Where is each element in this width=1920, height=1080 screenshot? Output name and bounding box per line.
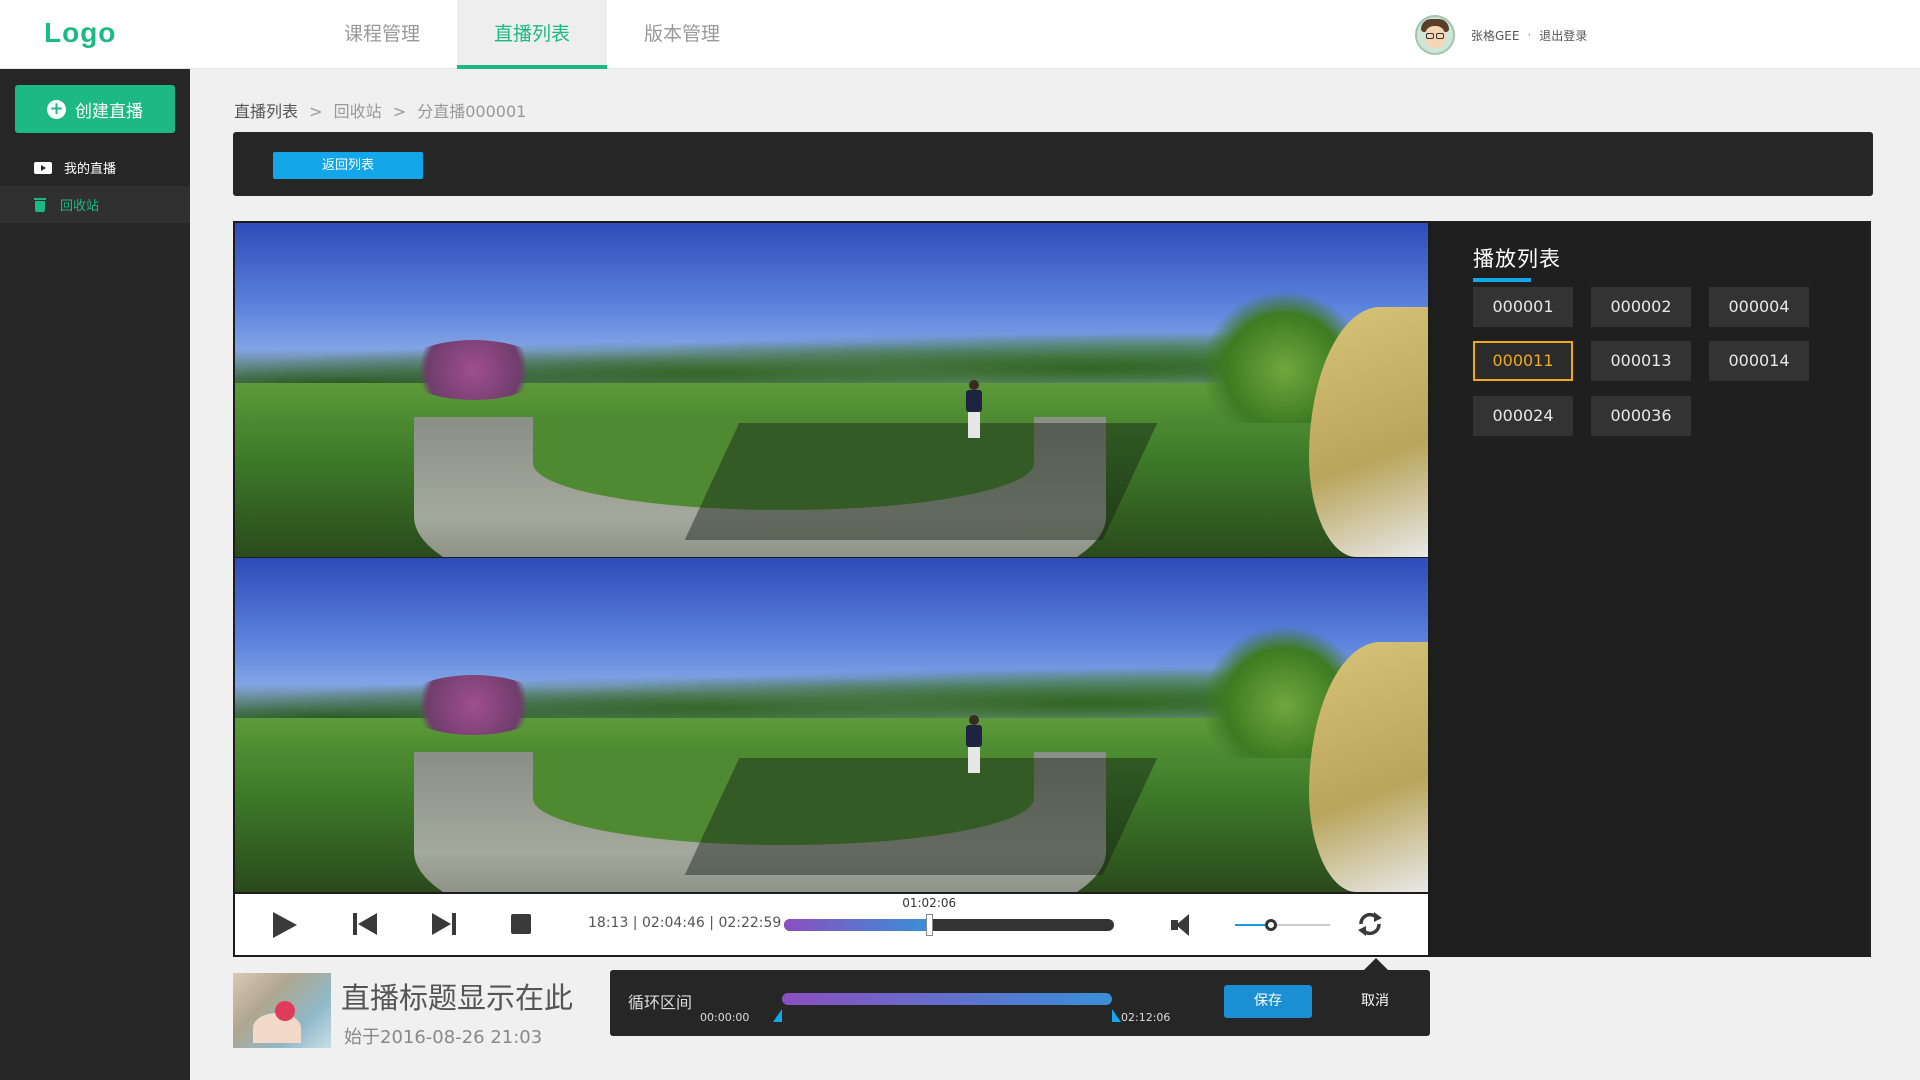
- action-toolbar: 返回列表: [233, 132, 1873, 196]
- next-icon[interactable]: [432, 913, 458, 937]
- separator-dot: ·: [1527, 28, 1532, 42]
- playlist-item[interactable]: 000002: [1591, 287, 1691, 327]
- progress-handle[interactable]: [926, 914, 934, 936]
- playlist-item[interactable]: 000014: [1709, 341, 1809, 381]
- breadcrumb: 直播列表 > 回收站 > 分直播000001: [234, 98, 526, 122]
- previous-icon[interactable]: [353, 913, 379, 937]
- breadcrumb-current: 分直播000001: [417, 102, 527, 121]
- loop-panel-pointer: [1364, 958, 1388, 970]
- stop-icon[interactable]: [511, 914, 531, 934]
- loop-interval-label: 循环区间: [628, 993, 693, 1012]
- player-controls: 18:13 | 02:04:46 | 02:22:59 01:02:06: [235, 894, 1428, 955]
- back-to-list-button[interactable]: 返回列表: [273, 152, 423, 179]
- progress-fill: [784, 919, 930, 931]
- playlist-title-underline: [1473, 278, 1531, 282]
- volume-knob[interactable]: [1265, 919, 1278, 931]
- sidebar-item-recycle-bin[interactable]: 回收站: [0, 186, 190, 223]
- top-bar: Logo 课程管理 直播列表 版本管理 张格GEE · 退出登录: [0, 0, 1920, 69]
- live-title: 直播标题显示在此: [341, 981, 574, 1015]
- sidebar-item-label: 我的直播: [64, 162, 117, 177]
- save-button[interactable]: 保存: [1224, 985, 1312, 1018]
- playlist-item[interactable]: 000011: [1473, 341, 1573, 381]
- playlist-item[interactable]: 000001: [1473, 287, 1573, 327]
- avatar[interactable]: [1415, 15, 1455, 55]
- main-nav: 课程管理 直播列表 版本管理: [307, 0, 757, 69]
- live-start-time: 始于2016-08-26 21:03: [344, 1027, 543, 1048]
- breadcrumb-recycle-bin[interactable]: 回收站: [334, 102, 382, 121]
- sidebar-item-my-live[interactable]: 我的直播: [0, 149, 190, 186]
- user-name: 张格GEE: [1471, 28, 1520, 43]
- sidebar-item-label: 回收站: [60, 199, 100, 214]
- playlist-panel: 播放列表 000001 000002 000004 000011 000013 00001…: [1431, 221, 1871, 957]
- playlist-item[interactable]: 000013: [1591, 341, 1691, 381]
- loop-end-time: 02:12:06: [1121, 1011, 1171, 1024]
- progress-bar[interactable]: 01:02:06: [784, 896, 1114, 936]
- logo[interactable]: Logo: [44, 17, 116, 49]
- loop-interval-fill: [782, 993, 1112, 1005]
- user-area: 张格GEE · 退出登录: [1415, 14, 1587, 56]
- loop-interval-panel: 循环区间 00:00:00 02:12:06 保存 取消: [610, 970, 1430, 1036]
- loop-start-time: 00:00:00: [700, 1011, 750, 1024]
- time-readout: 18:13 | 02:04:46 | 02:22:59: [588, 915, 782, 931]
- volume-slider[interactable]: [1235, 919, 1330, 931]
- nav-version-management[interactable]: 版本管理: [607, 0, 757, 69]
- playlist-item[interactable]: 000004: [1709, 287, 1809, 327]
- nav-course-management[interactable]: 课程管理: [307, 0, 457, 69]
- nav-live-list[interactable]: 直播列表: [457, 0, 607, 69]
- volume-icon[interactable]: [1171, 914, 1195, 936]
- video-frame-bottom[interactable]: [235, 558, 1428, 892]
- create-live-label: 创建直播: [75, 101, 143, 122]
- video-icon: [34, 161, 52, 174]
- logout-link[interactable]: 退出登录: [1539, 27, 1587, 44]
- breadcrumb-separator: >: [309, 102, 323, 121]
- plus-icon: +: [47, 99, 66, 119]
- sidebar: + 创建直播 我的直播 回收站: [0, 69, 190, 1080]
- cancel-button[interactable]: 取消: [1345, 985, 1405, 1018]
- breadcrumb-separator: >: [392, 102, 407, 121]
- progress-tooltip: 01:02:06: [902, 896, 957, 910]
- playlist-item[interactable]: 000024: [1473, 396, 1573, 436]
- playlist-title: 播放列表: [1473, 247, 1561, 271]
- breadcrumb-live-list[interactable]: 直播列表: [234, 102, 298, 121]
- video-player: 18:13 | 02:04:46 | 02:22:59 01:02:06: [233, 221, 1431, 957]
- create-live-button[interactable]: + 创建直播: [15, 85, 175, 133]
- loop-start-marker[interactable]: [773, 1009, 782, 1022]
- loop-end-marker[interactable]: [1112, 1009, 1121, 1022]
- loop-icon[interactable]: [1355, 910, 1385, 938]
- play-icon[interactable]: [273, 912, 297, 938]
- video-frame-top[interactable]: [235, 223, 1428, 557]
- trash-icon: [34, 197, 46, 212]
- loop-interval-bar[interactable]: [782, 993, 1112, 1005]
- playlist-item[interactable]: 000036: [1591, 396, 1691, 436]
- live-thumbnail: [233, 973, 331, 1048]
